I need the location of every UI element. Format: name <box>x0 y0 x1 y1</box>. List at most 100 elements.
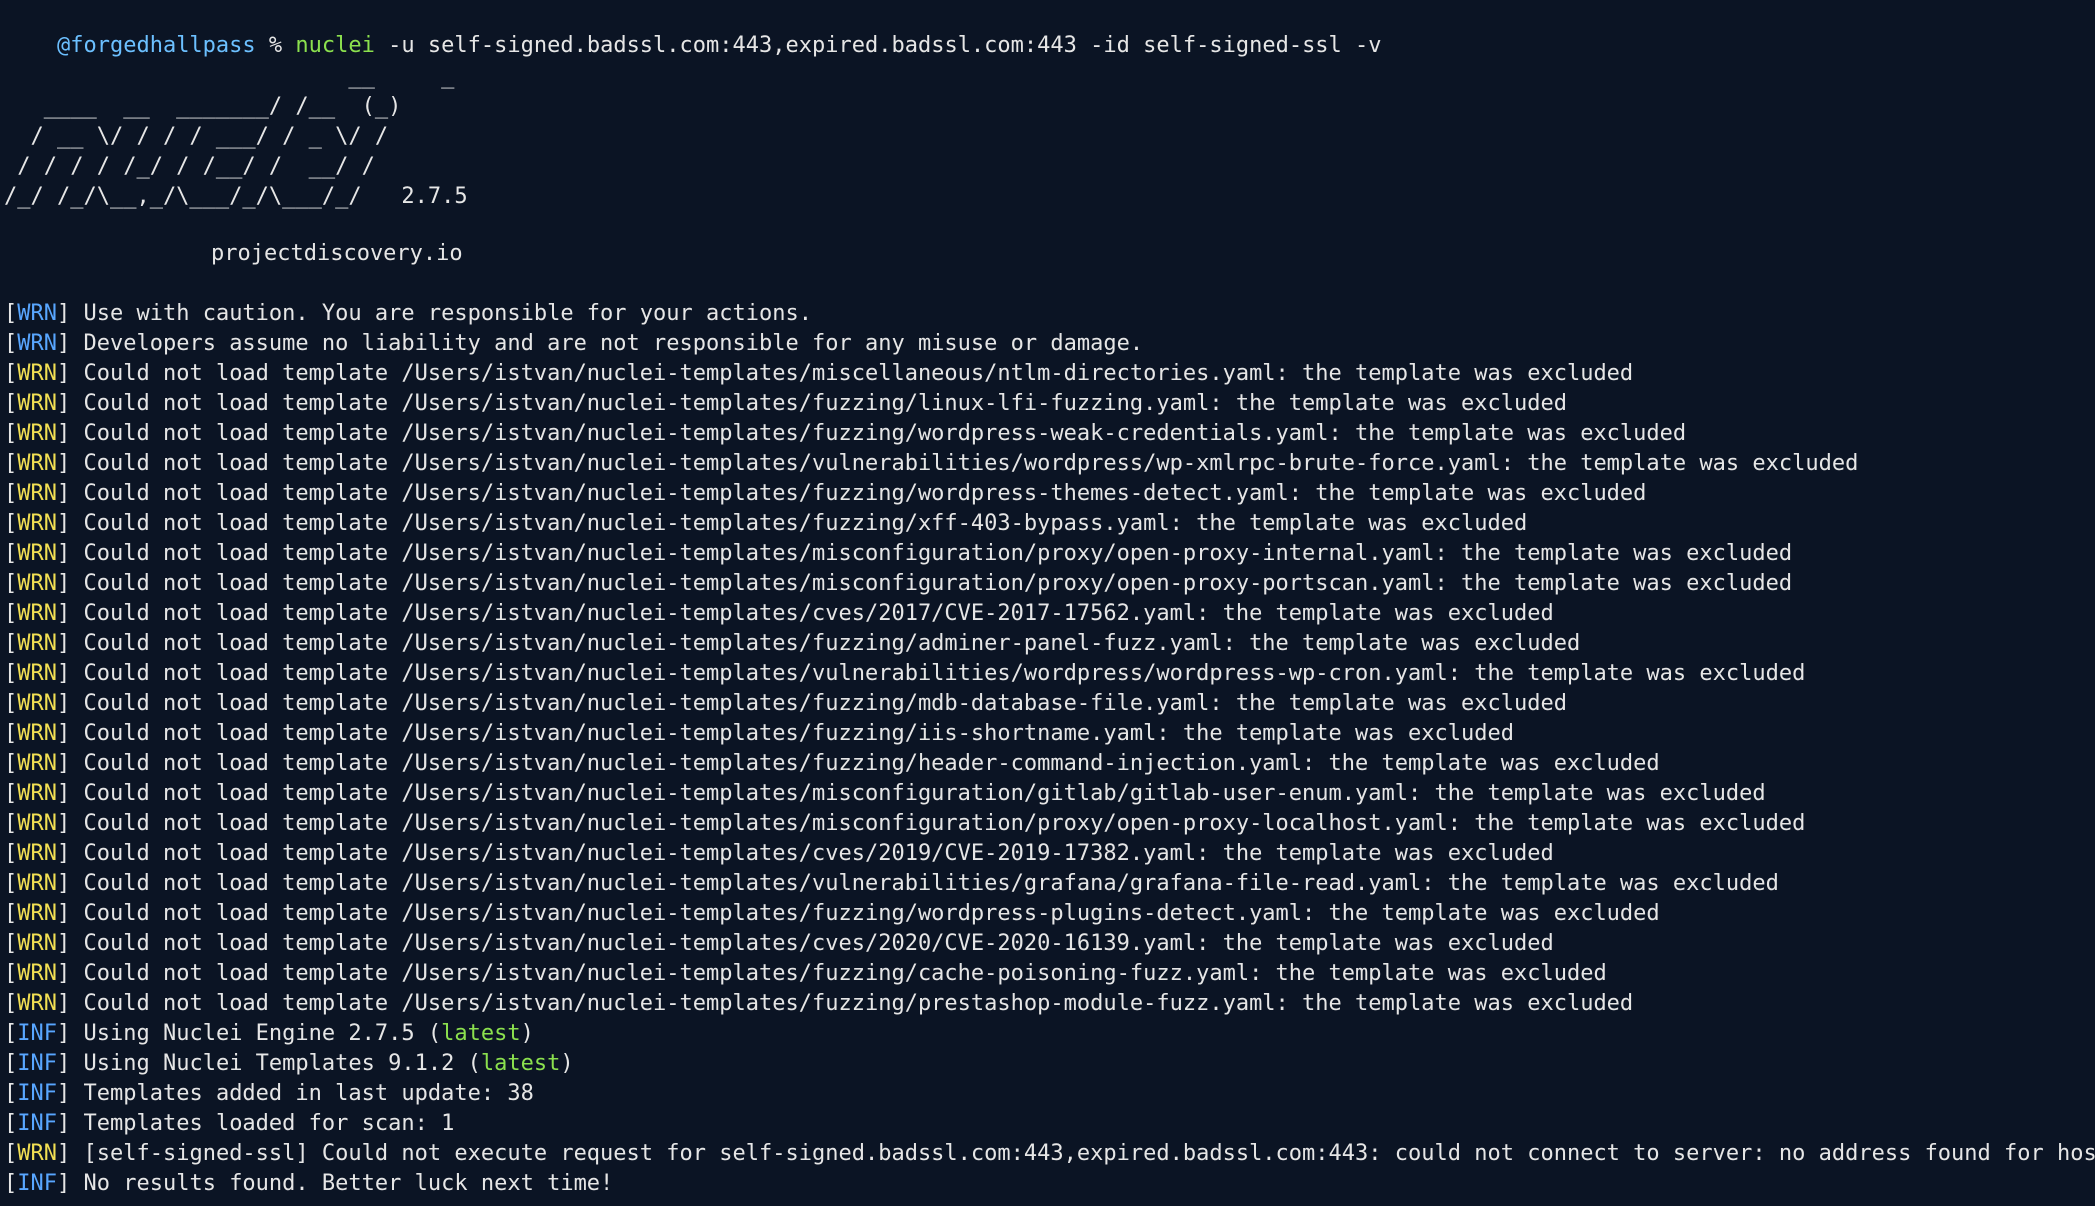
bracket: [ <box>4 301 18 326</box>
bracket: ] <box>57 961 71 986</box>
bracket: [ <box>4 481 18 506</box>
log-line: [WRN] Could not load template /Users/ist… <box>4 989 1633 1019</box>
log-message: Could not load template /Users/istvan/nu… <box>70 691 1567 716</box>
log-line: [INF] Using Nuclei Engine 2.7.5 (latest) <box>4 1019 534 1049</box>
log-message: Could not load template /Users/istvan/nu… <box>70 571 1793 596</box>
log-line: [WRN] Could not load template /Users/ist… <box>4 359 1633 389</box>
terminal-window[interactable]: @forgedhallpass % nuclei -u self-signed.… <box>0 0 2095 1206</box>
log-level: WRN <box>17 691 57 716</box>
log-message: Use with caution. You are responsible fo… <box>70 301 812 326</box>
log-message: Could not load template /Users/istvan/nu… <box>70 601 1554 626</box>
bracket: ] <box>57 421 71 446</box>
log-line: [WRN] Could not load template /Users/ist… <box>4 389 1567 419</box>
log-level: WRN <box>17 511 57 536</box>
bracket: [ <box>4 871 18 896</box>
log-message: Could not load template /Users/istvan/nu… <box>70 631 1581 656</box>
log-message: Could not load template /Users/istvan/nu… <box>70 721 1514 746</box>
bracket: [ <box>4 1051 18 1076</box>
log-line: [WRN] Could not load template /Users/ist… <box>4 569 1792 599</box>
bracket: ] <box>57 361 71 386</box>
prompt-user: @forgedhallpass <box>56 33 256 58</box>
log-message: Could not load template /Users/istvan/nu… <box>70 361 1634 386</box>
bracket: [ <box>4 901 18 926</box>
bracket: [ <box>4 421 18 446</box>
log-line: [WRN] Could not load template /Users/ist… <box>4 689 1567 719</box>
log-level: WRN <box>17 931 57 956</box>
command-name: nuclei <box>295 33 375 58</box>
banner-line: __ _ <box>4 64 455 89</box>
log-line: [WRN] Could not load template /Users/ist… <box>4 509 1527 539</box>
banner-line: / / / / /_/ / /__/ / __/ / <box>4 154 375 179</box>
log-level: WRN <box>17 991 57 1016</box>
log-line: [WRN] Use with caution. You are responsi… <box>4 299 812 329</box>
log-message: Could not load template /Users/istvan/nu… <box>70 481 1647 506</box>
log-message: [self-signed-ssl] Could not execute requ… <box>70 1141 2095 1166</box>
version-status: latest <box>441 1021 521 1046</box>
bracket: [ <box>4 601 18 626</box>
bracket: [ <box>4 1021 18 1046</box>
bracket: [ <box>4 331 18 356</box>
bracket: [ <box>4 1141 18 1166</box>
log-message: Could not load template /Users/istvan/nu… <box>70 751 1660 776</box>
log-level: INF <box>17 1081 57 1106</box>
bracket: [ <box>4 631 18 656</box>
log-message: Could not load template /Users/istvan/nu… <box>70 991 1634 1016</box>
log-level: INF <box>17 1111 57 1136</box>
log-message: Developers assume no liability and are n… <box>70 331 1144 356</box>
bracket: [ <box>4 391 18 416</box>
log-line: [WRN] Could not load template /Users/ist… <box>4 809 1805 839</box>
log-level: WRN <box>17 541 57 566</box>
log-level: WRN <box>17 961 57 986</box>
bracket: [ <box>4 1081 18 1106</box>
log-message: Could not load template /Users/istvan/nu… <box>70 841 1554 866</box>
bracket: ] <box>57 1141 71 1166</box>
log-message: Could not load template /Users/istvan/nu… <box>70 961 1607 986</box>
bracket: ] <box>57 481 71 506</box>
log-message: Could not load template /Users/istvan/nu… <box>70 811 1806 836</box>
bracket: [ <box>4 661 18 686</box>
log-line: [WRN] Could not load template /Users/ist… <box>4 539 1792 569</box>
log-level: WRN <box>17 301 57 326</box>
bracket: [ <box>4 451 18 476</box>
bracket: [ <box>4 361 18 386</box>
log-level: WRN <box>17 661 57 686</box>
bracket: ] <box>57 871 71 896</box>
log-line: [WRN] Could not load template /Users/ist… <box>4 479 1646 509</box>
log-line: [WRN] [self-signed-ssl] Could not execut… <box>4 1139 2095 1169</box>
command-prompt-line: @forgedhallpass % nuclei -u self-signed.… <box>4 1 1382 58</box>
log-level: WRN <box>17 721 57 746</box>
command-args: -u self-signed.badssl.com:443,expired.ba… <box>374 33 1382 58</box>
log-level: WRN <box>17 331 57 356</box>
log-message-tail: ) <box>520 1021 534 1046</box>
log-level: WRN <box>17 451 57 476</box>
log-level: INF <box>17 1051 57 1076</box>
bracket: ] <box>57 991 71 1016</box>
banner-line: / __ \/ / / / ___/ / _ \/ / <box>4 124 389 149</box>
bracket: [ <box>4 781 18 806</box>
log-level: WRN <box>17 871 57 896</box>
log-message: Could not load template /Users/istvan/nu… <box>70 781 1766 806</box>
log-line: [INF] Templates added in last update: 38 <box>4 1079 534 1109</box>
log-line: [WRN] Could not load template /Users/ist… <box>4 419 1686 449</box>
bracket: ] <box>57 691 71 716</box>
prompt-symbol: % <box>255 33 296 58</box>
log-level: WRN <box>17 811 57 836</box>
bracket: [ <box>4 1171 18 1196</box>
bracket: ] <box>57 811 71 836</box>
log-line: [WRN] Could not load template /Users/ist… <box>4 869 1779 899</box>
log-message: Could not load template /Users/istvan/nu… <box>70 391 1567 416</box>
log-level: WRN <box>17 361 57 386</box>
log-message: Could not load template /Users/istvan/nu… <box>70 511 1528 536</box>
log-line: [INF] Using Nuclei Templates 9.1.2 (late… <box>4 1049 574 1079</box>
log-level: WRN <box>17 841 57 866</box>
log-level: WRN <box>17 421 57 446</box>
bracket: ] <box>57 451 71 476</box>
bracket: [ <box>4 691 18 716</box>
bracket: ] <box>57 781 71 806</box>
bracket: ] <box>57 391 71 416</box>
bracket: ] <box>57 571 71 596</box>
bracket: ] <box>57 931 71 956</box>
log-level: WRN <box>17 631 57 656</box>
log-message: Templates loaded for scan: 1 <box>70 1111 455 1136</box>
log-level: WRN <box>17 781 57 806</box>
